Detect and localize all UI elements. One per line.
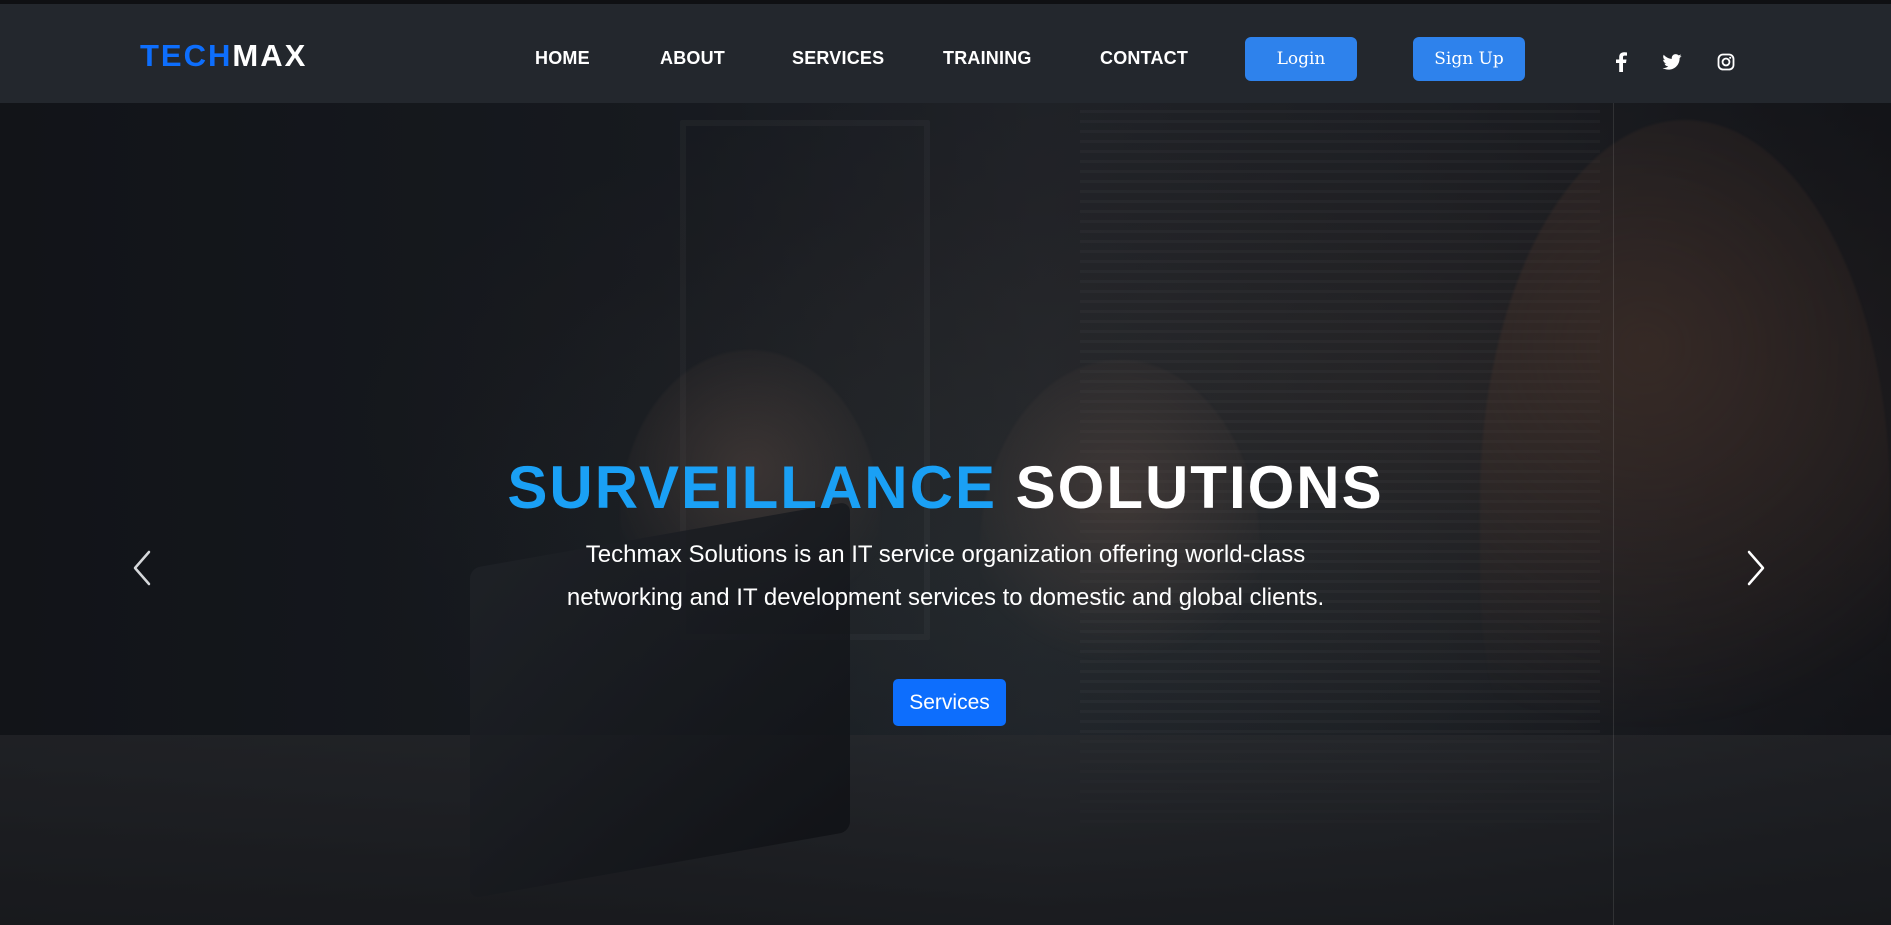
nav-services-link[interactable]: SERVICES <box>792 48 884 69</box>
nav-contact-link[interactable]: CONTACT <box>1100 48 1188 69</box>
instagram-icon[interactable] <box>1712 48 1740 76</box>
login-button[interactable]: Login <box>1245 37 1357 81</box>
twitter-icon[interactable] <box>1658 48 1686 76</box>
hero-title-highlight: SURVEILLANCE <box>507 454 997 521</box>
logo[interactable]: TECHMAX <box>140 40 307 71</box>
hero-title: SURVEILLANCE SOLUTIONS <box>0 458 1891 518</box>
chevron-right-icon[interactable] <box>1742 548 1770 588</box>
services-button[interactable]: Services <box>893 679 1006 726</box>
facebook-icon[interactable] <box>1607 48 1635 76</box>
navbar: TECHMAX HOME ABOUT SERVICES TRAINING CON… <box>0 4 1891 103</box>
logo-part-max: MAX <box>232 38 308 73</box>
chevron-left-icon[interactable] <box>128 548 156 588</box>
page: TECHMAX HOME ABOUT SERVICES TRAINING CON… <box>0 0 1891 925</box>
nav-training-link[interactable]: TRAINING <box>943 48 1032 69</box>
nav-about-link[interactable]: ABOUT <box>660 48 725 69</box>
nav-home-link[interactable]: HOME <box>535 48 590 69</box>
logo-part-tech: TECH <box>140 38 233 73</box>
signup-button[interactable]: Sign Up <box>1413 37 1525 81</box>
hero-description: Techmax Solutions is an IT service organ… <box>566 541 1325 611</box>
hero-title-main: SOLUTIONS <box>1015 454 1384 521</box>
